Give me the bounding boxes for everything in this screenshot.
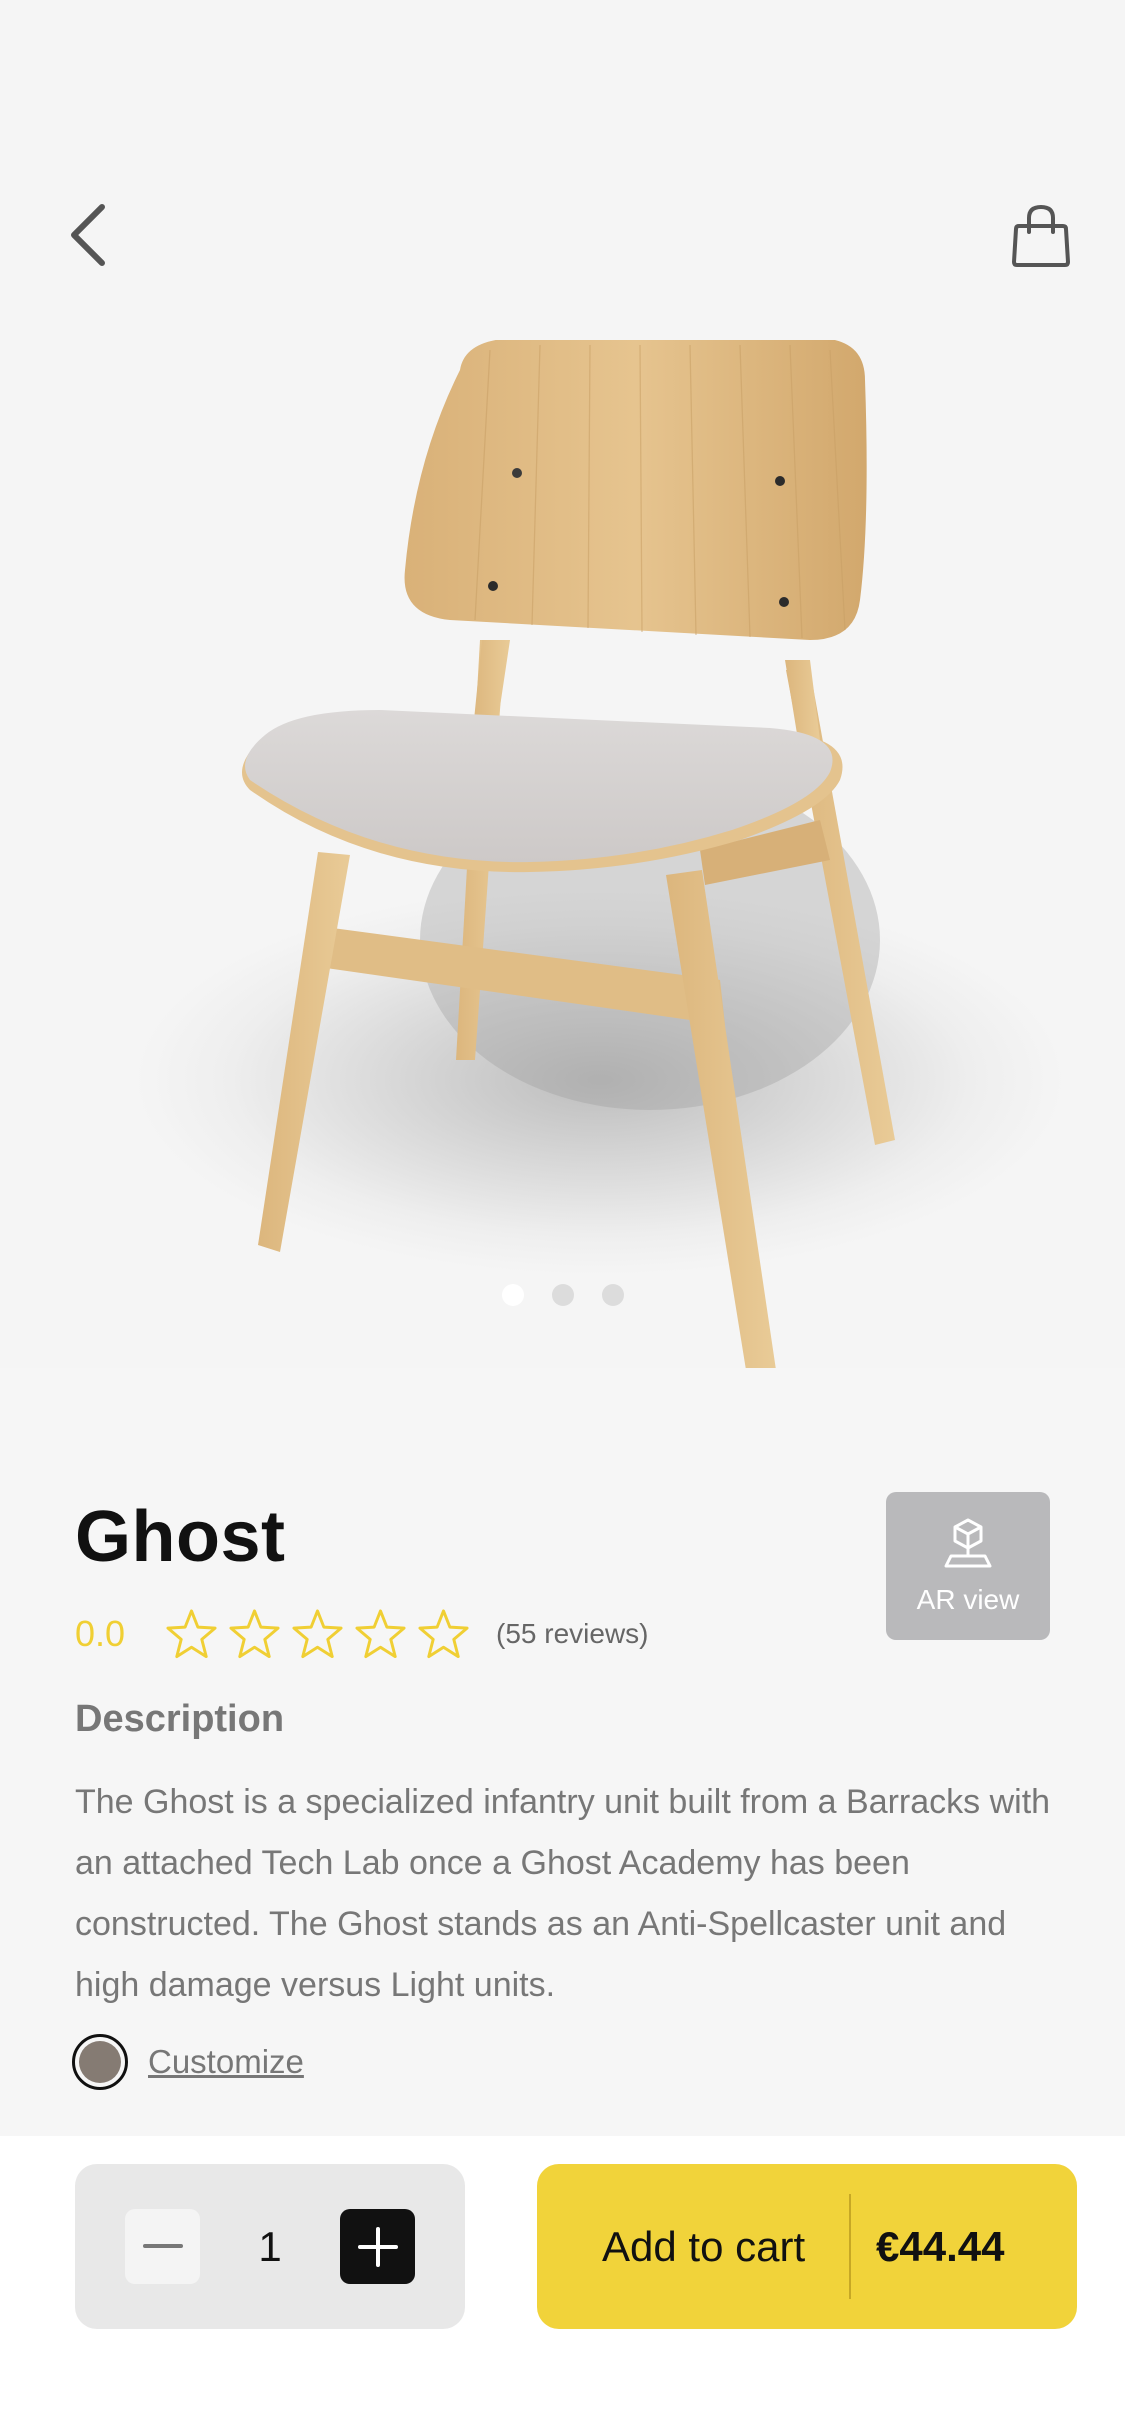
product-title: Ghost <box>75 1497 286 1577</box>
price-label: €44.44 <box>876 2222 1005 2270</box>
color-swatch-fill <box>79 2041 121 2083</box>
color-swatch[interactable] <box>72 2034 128 2090</box>
shopping-bag-icon <box>1012 204 1070 267</box>
increase-quantity-button[interactable] <box>340 2209 415 2284</box>
star-outline-icon[interactable] <box>165 1608 218 1661</box>
description-text: The Ghost is a specialized infantry unit… <box>75 1783 1051 2004</box>
plus-icon <box>357 2226 398 2267</box>
decrease-quantity-button[interactable] <box>125 2209 200 2284</box>
add-to-cart-label: Add to cart <box>602 2222 806 2270</box>
purchase-bar: 1 Add to cart €44.44 <box>0 2136 1125 2436</box>
product-gallery[interactable] <box>0 0 1125 1368</box>
rating-stars[interactable] <box>165 1608 470 1661</box>
star-outline-icon[interactable] <box>417 1608 470 1661</box>
star-outline-icon[interactable] <box>291 1608 344 1661</box>
button-divider <box>849 2194 851 2299</box>
reviews-count-link[interactable]: (55 reviews) <box>496 1618 648 1650</box>
pagination-dot[interactable] <box>601 1284 624 1306</box>
ar-view-button[interactable]: AR view <box>886 1492 1050 1640</box>
rating-row: 0.0 (55 reviews) <box>75 1604 648 1664</box>
add-to-cart-button[interactable]: Add to cart €44.44 <box>537 2164 1077 2329</box>
pagination-dot-active[interactable] <box>501 1284 524 1306</box>
customize-link[interactable]: Customize <box>72 2034 304 2090</box>
minus-icon <box>142 2243 183 2248</box>
gallery-pagination[interactable] <box>0 1284 1125 1306</box>
pagination-dot[interactable] <box>551 1284 574 1306</box>
description-heading: Description <box>75 1698 285 1740</box>
quantity-value: 1 <box>258 2222 282 2270</box>
shopping-bag-button[interactable] <box>1006 198 1076 274</box>
star-outline-icon[interactable] <box>228 1608 281 1661</box>
ar-cube-icon <box>944 1518 992 1568</box>
quantity-stepper: 1 <box>75 2164 465 2329</box>
customize-label[interactable]: Customize <box>148 2043 304 2081</box>
star-outline-icon[interactable] <box>354 1608 407 1661</box>
product-details: Ghost AR view 0.0 (55 reviews) Descripti… <box>0 1368 1125 2136</box>
wooden-chair-image <box>242 340 895 1368</box>
rating-value: 0.0 <box>75 1613 126 1654</box>
ar-view-label: AR view <box>916 1584 1020 1615</box>
back-button[interactable] <box>58 200 118 270</box>
chevron-left-icon <box>71 204 105 266</box>
